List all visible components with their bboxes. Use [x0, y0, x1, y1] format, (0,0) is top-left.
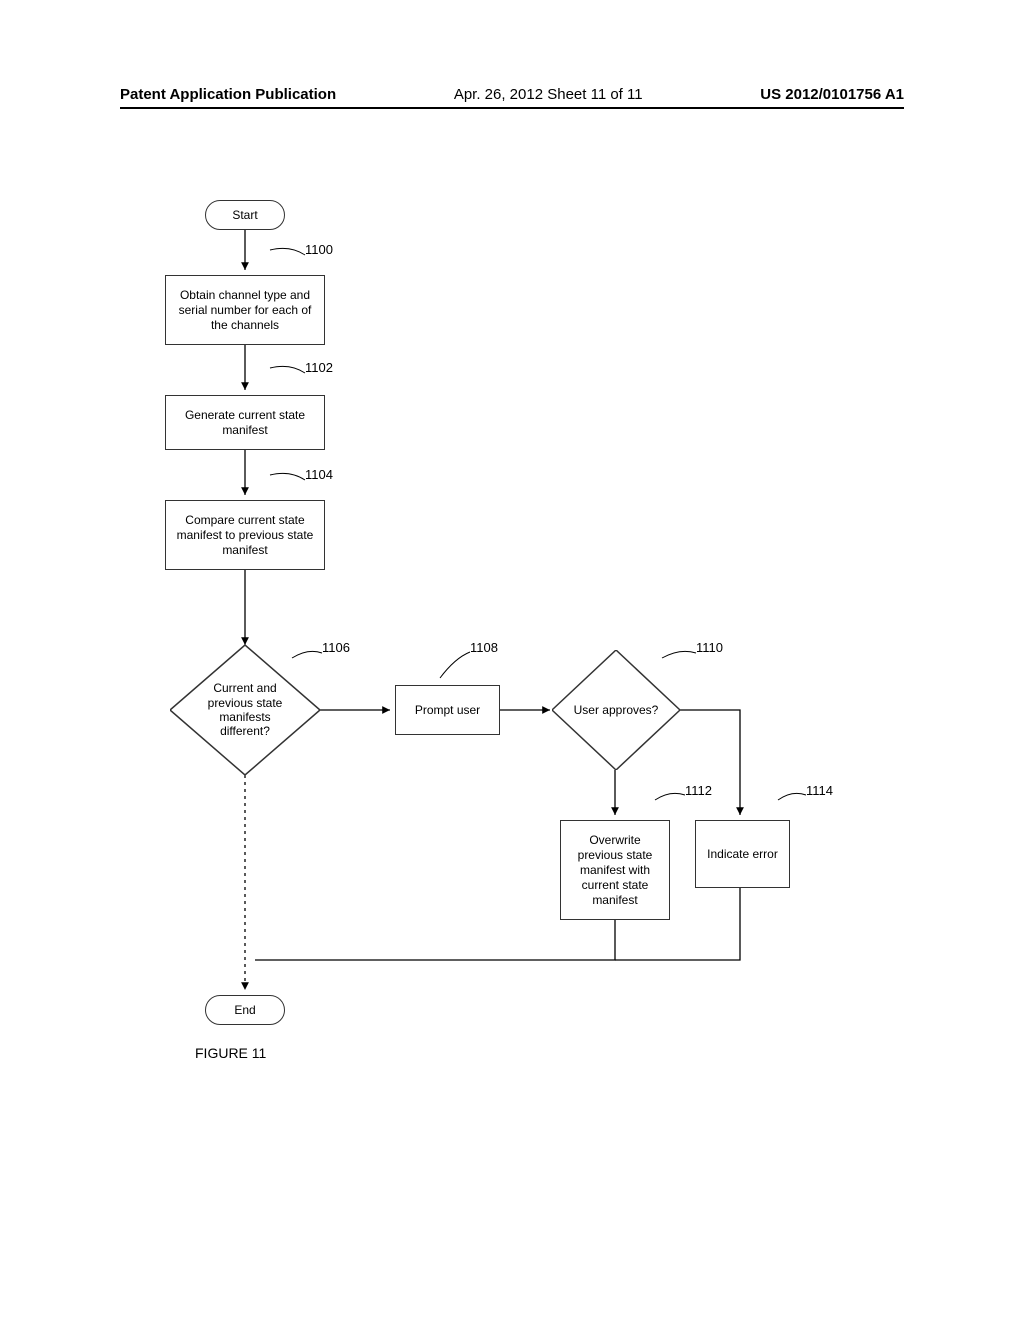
decision-1110: User approves? [552, 650, 680, 770]
end-node: End [205, 995, 285, 1025]
header-left: Patent Application Publication [120, 86, 336, 103]
label-1102: 1102 [305, 360, 333, 375]
decision-1106: Current and previous state manifests dif… [170, 645, 320, 775]
label-1108: 1108 [470, 640, 498, 655]
label-1106: 1106 [322, 640, 350, 655]
process-1112: Overwrite previous state manifest with c… [560, 820, 670, 920]
label-1112: 1112 [685, 783, 712, 798]
decision-1106-text: Current and previous state manifests dif… [198, 681, 292, 739]
process-1100-text: Obtain channel type and serial number fo… [174, 288, 316, 333]
header-right: US 2012/0101756 A1 [760, 86, 904, 103]
process-1104-text: Compare current state manifest to previo… [174, 513, 316, 558]
process-1104: Compare current state manifest to previo… [165, 500, 325, 570]
start-node: Start [205, 200, 285, 230]
process-1114-text: Indicate error [707, 847, 778, 862]
process-1108: Prompt user [395, 685, 500, 735]
label-1110: 1110 [696, 640, 723, 655]
process-1100: Obtain channel type and serial number fo… [165, 275, 325, 345]
process-1112-text: Overwrite previous state manifest with c… [569, 833, 661, 908]
start-label: Start [232, 208, 257, 223]
label-1100: 1100 [305, 242, 333, 257]
header-center: Apr. 26, 2012 Sheet 11 of 11 [454, 86, 643, 103]
figure-caption: FIGURE 11 [195, 1045, 266, 1061]
decision-1110-text: User approves? [574, 703, 659, 717]
label-1104: 1104 [305, 467, 333, 482]
page-header: Patent Application Publication Apr. 26, … [120, 86, 904, 109]
process-1102-text: Generate current state manifest [174, 408, 316, 438]
label-1114: 1114 [806, 783, 833, 798]
process-1108-text: Prompt user [415, 703, 480, 718]
flowchart-diagram: Start Obtain channel type and serial num… [140, 200, 900, 1120]
process-1114: Indicate error [695, 820, 790, 888]
end-label: End [234, 1003, 255, 1018]
process-1102: Generate current state manifest [165, 395, 325, 450]
